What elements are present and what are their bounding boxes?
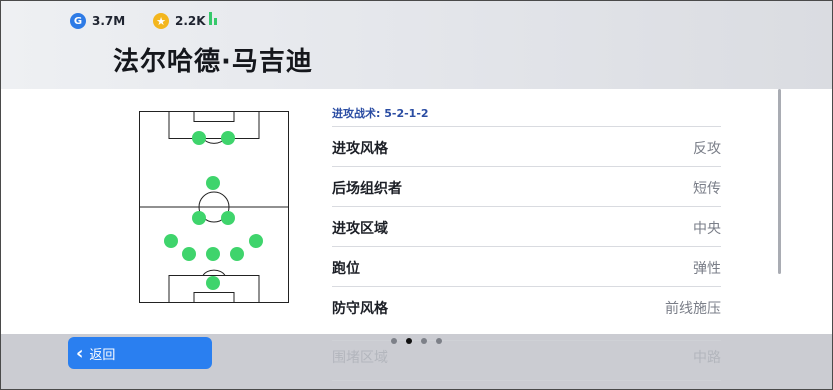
tactic-label: 进攻风格 (332, 141, 388, 157)
header-bar: G 3.7M ★ 2.2K 法尔哈德·马吉迪 (1, 1, 832, 89)
tactic-value: 短传 (693, 181, 721, 197)
gp-balance: G 3.7M (70, 11, 125, 31)
tactic-value: 中路 (693, 350, 721, 366)
tactic-label: 后场组织者 (332, 181, 402, 197)
tactic-label: 围堵区域 (332, 350, 388, 366)
star-coin-icon: ★ (153, 13, 169, 29)
goal-box-bottom (193, 292, 235, 303)
gp-icon: G (70, 13, 86, 29)
player-dot-rwb (249, 234, 263, 248)
tactic-row: 防守风格 前线施压 (332, 286, 721, 326)
player-dot-gk (206, 276, 220, 290)
screen: G 3.7M ★ 2.2K 法尔哈德·马吉迪 进攻战术: 5-2-1-2 进攻风… (0, 0, 833, 390)
center-circle-top (198, 191, 230, 208)
player-dot-cb-left (182, 247, 196, 261)
tactic-label: 进攻区域 (332, 221, 388, 237)
player-dot-cm-right (221, 211, 235, 225)
tactic-label: 防守风格 (332, 301, 388, 317)
tactic-row: 跑位 弹性 (332, 246, 721, 286)
player-dot-am (206, 176, 220, 190)
coin-balance: ★ 2.2K (153, 11, 206, 31)
player-dot-cf-left (192, 131, 206, 145)
signal-icon (209, 11, 225, 27)
page-indicator (391, 338, 442, 344)
tactic-row: 进攻区域 中央 (332, 206, 721, 246)
player-dot-cb-right (230, 247, 244, 261)
page-dot[interactable] (421, 338, 427, 344)
tactic-row: 后场组织者 短传 (332, 166, 721, 206)
tactic-value: 中央 (693, 221, 721, 237)
formation-pitch (139, 111, 289, 303)
tactic-value: 前线施压 (665, 301, 721, 317)
goal-box-top (193, 111, 235, 122)
player-dot-cf-right (221, 131, 235, 145)
tactic-row-faded: 围堵区域 中路 (332, 340, 721, 367)
attacking-tactic-header: 进攻战术: 5-2-1-2 (332, 107, 429, 120)
page-dot-active[interactable] (406, 338, 412, 344)
chevron-left-icon: ‹ (76, 342, 84, 364)
gp-value: 3.7M (92, 14, 126, 28)
page-dot[interactable] (436, 338, 442, 344)
tactic-value: 反攻 (693, 141, 721, 157)
player-name: 法尔哈德·马吉迪 (113, 47, 313, 77)
penalty-arc-bottom (202, 269, 226, 276)
back-button-label: 返回 (89, 347, 116, 363)
tactic-value: 弹性 (693, 261, 721, 277)
tactic-row-faded: 施压 积极 (332, 380, 721, 389)
player-dot-lwb (164, 234, 178, 248)
tactics-list: 进攻风格 反攻 后场组织者 短传 进攻区域 中央 跑位 弹性 防守风格 前线施压 (332, 126, 721, 326)
player-dot-cb-center (206, 247, 220, 261)
scrollbar[interactable] (778, 89, 781, 274)
page-dot[interactable] (391, 338, 397, 344)
tactic-row: 进攻风格 反攻 (332, 126, 721, 166)
player-dot-cm-left (192, 211, 206, 225)
penalty-box-top (168, 111, 260, 139)
tactic-label: 跑位 (332, 261, 360, 277)
coin-value: 2.2K (175, 14, 206, 28)
back-button[interactable]: ‹ 返回 (68, 337, 212, 369)
